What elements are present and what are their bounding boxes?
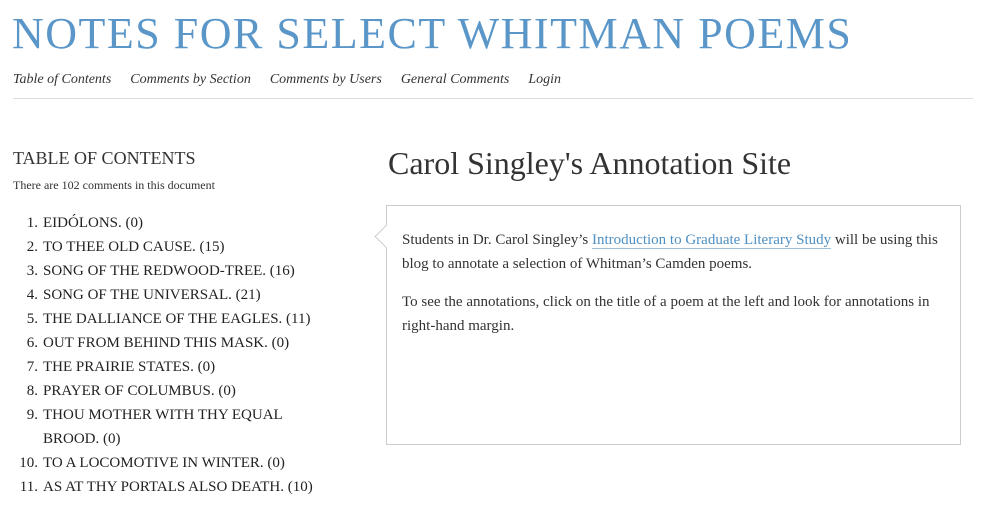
toc-item: 11. AS AT THY PORTALS ALSO DEATH. (10) [13,475,333,499]
course-link[interactable]: Introduction to Graduate Literary Study [592,232,832,249]
toc-item-number: 11. [19,479,38,495]
intro-text-before: Students in Dr. Carol Singley’s [402,232,593,248]
toc-item-link[interactable]: AS AT THY PORTALS ALSO DEATH. (10) [43,479,313,495]
toc-item-link[interactable]: THE DALLIANCE OF THE EAGLES. (11) [43,311,310,327]
toc-item: 2. TO THEE OLD CAUSE. (15) [13,235,333,259]
toc-item-number: 6. [26,335,38,351]
toc-item-link[interactable]: SONG OF THE UNIVERSAL. (21) [43,287,261,303]
toc-item: 9. THOU MOTHER WITH THY EQUAL BROOD. (0) [13,403,333,451]
header-divider [13,98,973,99]
toc-heading: TABLE OF CONTENTS [13,148,196,168]
toc-comment-count: There are 102 comments in this document [13,178,215,192]
toc-item-number: 8. [26,383,38,399]
nav-general-comments[interactable]: General Comments [401,72,510,88]
toc-item-link[interactable]: THE PRAIRIE STATES. (0) [43,359,215,375]
toc-item-number: 4. [26,287,38,303]
nav-comments-by-section[interactable]: Comments by Section [130,72,251,88]
toc-item-number: 3. [26,263,38,279]
instructions-paragraph: To see the annotations, click on the tit… [402,294,930,334]
nav-login[interactable]: Login [528,72,561,88]
toc-item: 1. EIDÓLONS. (0) [13,211,333,235]
intro-paragraph: Students in Dr. Carol Singley’s Introduc… [402,228,945,276]
toc-list: 1. EIDÓLONS. (0) 2. TO THEE OLD CAUSE. (15… [13,211,333,499]
site-title[interactable]: NOTES FOR SELECT WHITMAN POEMS [12,12,852,56]
toc-item-number: 9. [26,407,38,423]
toc-item: 10. TO A LOCOMOTIVE IN WINTER. (0) [13,451,333,475]
toc-item-link[interactable]: SONG OF THE REDWOOD-TREE. (16) [43,263,295,279]
toc-item-link[interactable]: EIDÓLONS. (0) [43,215,143,231]
toc-item-link[interactable]: THOU MOTHER WITH THY EQUAL BROOD. (0) [43,407,282,447]
toc-item-number: 10. [19,455,38,471]
toc-item: 5. THE DALLIANCE OF THE EAGLES. (11) [13,307,333,331]
toc-item-number: 1. [26,215,38,231]
toc-item-number: 7. [26,359,38,375]
toc-item-link[interactable]: PRAYER OF COLUMBUS. (0) [43,383,236,399]
toc-item: 8. PRAYER OF COLUMBUS. (0) [13,379,333,403]
toc-item-number: 5. [26,311,38,327]
toc-item-link[interactable]: TO A LOCOMOTIVE IN WINTER. (0) [43,455,285,471]
toc-item-link[interactable]: TO THEE OLD CAUSE. (15) [43,239,225,255]
nav-table-of-contents[interactable]: Table of Contents [13,72,111,88]
toc-item-number: 2. [26,239,38,255]
toc-item: 3. SONG OF THE REDWOOD-TREE. (16) [13,259,333,283]
toc-item-link[interactable]: OUT FROM BEHIND THIS MASK. (0) [43,335,289,351]
toc-item: 6. OUT FROM BEHIND THIS MASK. (0) [13,331,333,355]
main-nav: Table of Contents Comments by Section Co… [13,72,973,88]
intro-callout: Students in Dr. Carol Singley’s Introduc… [386,205,961,445]
nav-comments-by-users[interactable]: Comments by Users [270,72,382,88]
toc-item: 4. SONG OF THE UNIVERSAL. (21) [13,283,333,307]
page-title: Carol Singley's Annotation Site [388,145,792,181]
toc-item: 7. THE PRAIRIE STATES. (0) [13,355,333,379]
